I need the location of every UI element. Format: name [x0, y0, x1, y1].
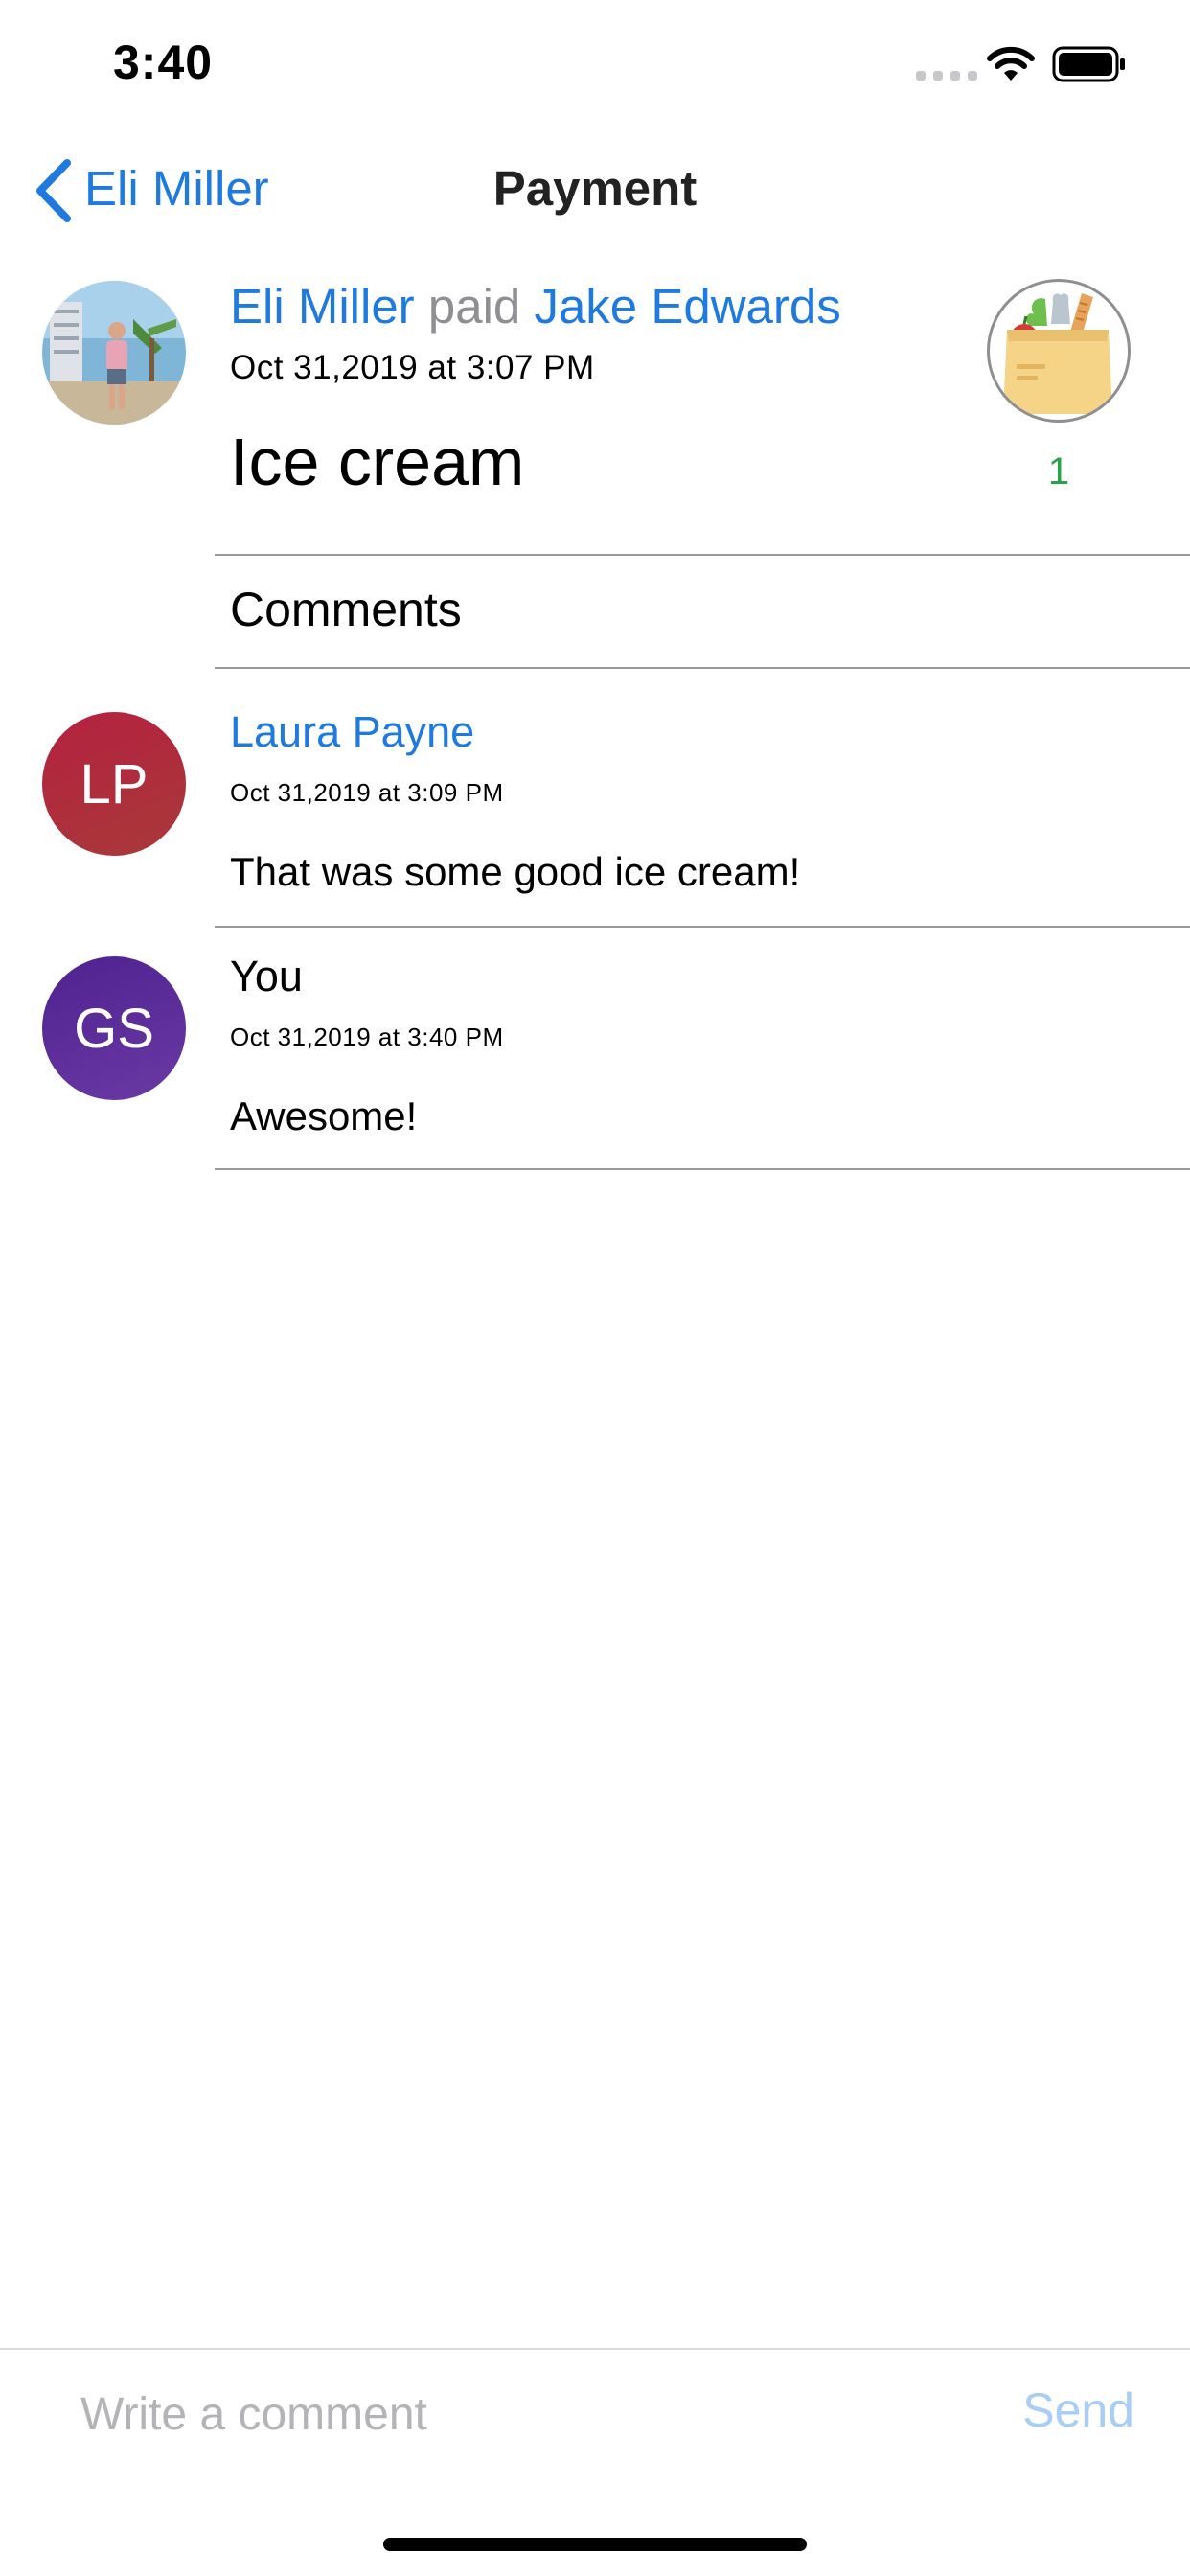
payment-description: Ice cream: [230, 425, 525, 499]
battery-icon: [1052, 46, 1125, 82]
comment-date: Oct 31,2019 at 3:40 PM: [230, 1023, 504, 1051]
status-time: 3:40: [113, 35, 214, 89]
page-title: Payment: [492, 161, 698, 216]
comments-heading: Comments: [230, 583, 462, 636]
comment-text: Awesome!: [230, 1093, 418, 1138]
payment-date: Oct 31,2019 at 3:07 PM: [230, 349, 595, 386]
avatar[interactable]: GS: [42, 956, 186, 1100]
avatar-initials: LP: [80, 752, 149, 816]
like-count[interactable]: 1: [987, 450, 1131, 494]
comment-author: You: [230, 952, 303, 1000]
payment-summary: Eli Miller paid Jake Edwards: [230, 278, 841, 334]
divider: [215, 554, 1190, 556]
payer-avatar[interactable]: [42, 281, 186, 425]
cellular-signal-icon: [916, 71, 977, 80]
avatar[interactable]: LP: [42, 712, 186, 856]
comment-input[interactable]: [80, 2380, 943, 2448]
paid-label: paid: [427, 279, 521, 334]
divider: [215, 667, 1190, 669]
payee-name-link[interactable]: Jake Edwards: [534, 279, 840, 334]
avatar-initials: GS: [74, 997, 154, 1060]
comment-text: That was some good ice cream!: [230, 849, 801, 894]
payer-name-link[interactable]: Eli Miller: [230, 279, 415, 334]
home-indicator[interactable]: [383, 2538, 807, 2551]
grocery-bag-icon[interactable]: [987, 279, 1131, 423]
wifi-icon: [987, 46, 1035, 80]
send-button[interactable]: Send: [1022, 2382, 1134, 2438]
comment-date: Oct 31,2019 at 3:09 PM: [230, 778, 504, 807]
divider: [215, 1168, 1190, 1170]
divider: [215, 926, 1190, 928]
comment-author[interactable]: Laura Payne: [230, 707, 474, 757]
composer-divider: [0, 2348, 1190, 2350]
